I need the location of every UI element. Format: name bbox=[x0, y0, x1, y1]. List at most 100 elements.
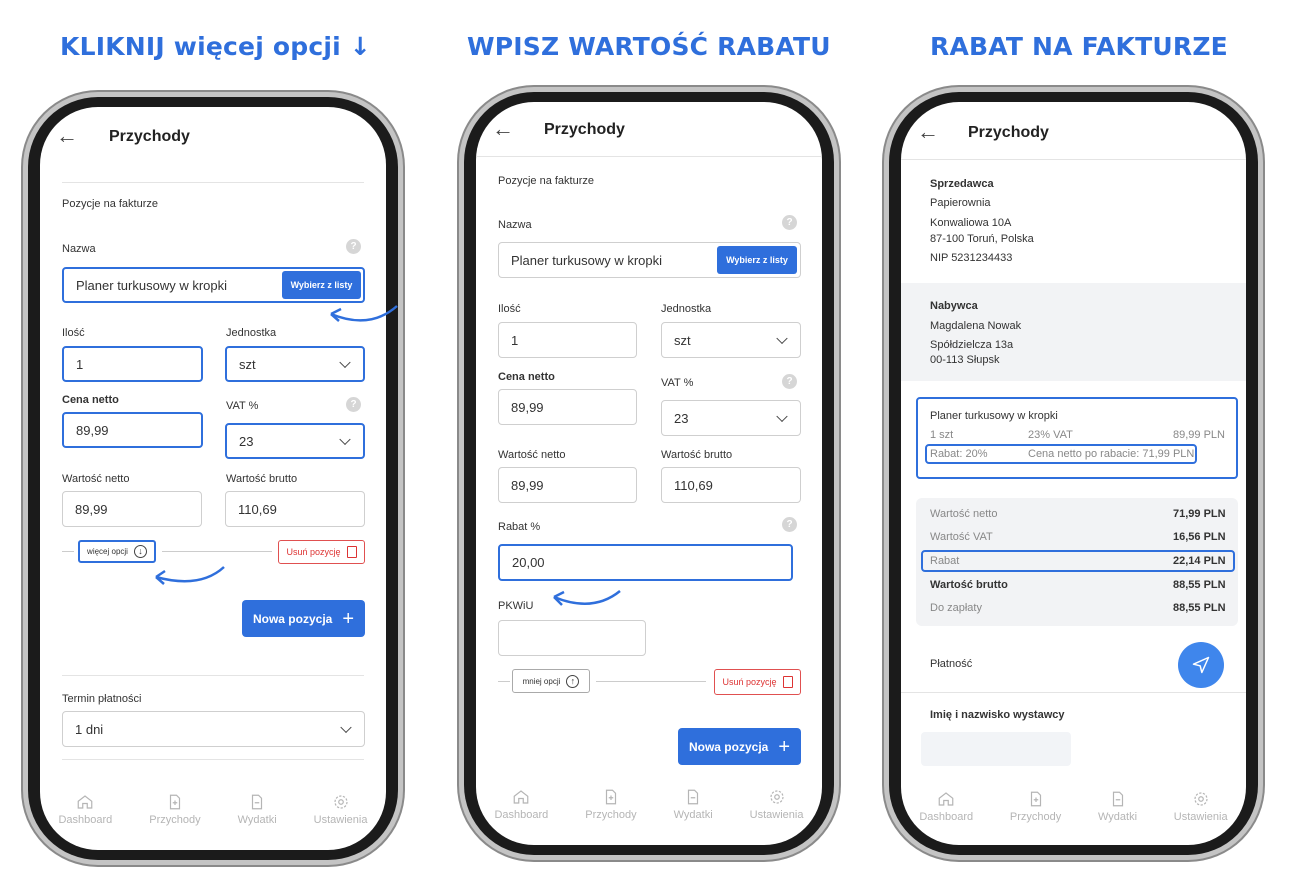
help-icon[interactable]: ? bbox=[346, 397, 361, 412]
issuer-name-field[interactable] bbox=[921, 732, 1071, 766]
seller-street: Konwaliowa 10A bbox=[930, 217, 1012, 229]
net-value-input[interactable]: 89,99 bbox=[498, 467, 637, 503]
home-icon bbox=[514, 790, 529, 804]
divider bbox=[476, 156, 822, 157]
gear-icon bbox=[333, 795, 348, 809]
divider bbox=[901, 692, 1246, 693]
net-price-value: 89,99 bbox=[511, 399, 544, 415]
gross-value-input[interactable]: 110,69 bbox=[225, 491, 365, 527]
unit-select[interactable]: szt bbox=[225, 346, 365, 382]
summary-value: 22,14 PLN bbox=[1173, 555, 1226, 567]
help-icon[interactable]: ? bbox=[782, 517, 797, 532]
bottom-tab-bar: Dashboard Przychody Wydatki Ustawienia bbox=[476, 788, 822, 821]
gross-value-value: 110,69 bbox=[674, 477, 713, 493]
new-item-button[interactable]: Nowa pozycja + bbox=[242, 600, 365, 637]
gross-value-label: Wartość brutto bbox=[661, 449, 733, 461]
back-arrow-icon[interactable]: ← bbox=[917, 119, 939, 145]
tab-wydatki[interactable]: Wydatki bbox=[674, 788, 713, 821]
divider bbox=[596, 681, 706, 682]
vat-label: VAT % bbox=[661, 377, 694, 389]
tab-dashboard[interactable]: Dashboard bbox=[919, 790, 973, 823]
vat-select[interactable]: 23 bbox=[225, 423, 365, 459]
back-arrow-icon[interactable]: ← bbox=[56, 123, 78, 149]
step-3-heading: RABAT NA FAKTURZE bbox=[930, 32, 1228, 61]
send-icon bbox=[1192, 656, 1210, 674]
page-title: Przychody bbox=[544, 121, 625, 138]
help-icon[interactable]: ? bbox=[782, 374, 797, 389]
net-price-input[interactable]: 89,99 bbox=[498, 389, 637, 425]
tab-przychody[interactable]: Przychody bbox=[585, 788, 637, 821]
discount-input[interactable]: 20,00 bbox=[498, 544, 793, 581]
vat-select[interactable]: 23 bbox=[661, 400, 801, 436]
pointer-arrow-icon bbox=[155, 566, 225, 585]
phone-frame-1: ← Przychody Pozycje na fakturze Nazwa ? … bbox=[28, 97, 398, 860]
seller-nip: NIP 5231234433 bbox=[930, 252, 1013, 264]
net-price-input[interactable]: 89,99 bbox=[62, 412, 203, 448]
tab-przychody[interactable]: Przychody bbox=[149, 793, 201, 826]
unit-select[interactable]: szt bbox=[661, 322, 801, 358]
quantity-label: Ilość bbox=[62, 327, 85, 339]
net-value-input[interactable]: 89,99 bbox=[62, 491, 202, 527]
pick-from-list-button[interactable]: Wybierz z listy bbox=[717, 246, 797, 274]
summary-value: 71,99 PLN bbox=[1173, 508, 1226, 520]
unit-value: szt bbox=[674, 332, 691, 348]
chevron-down-icon bbox=[340, 721, 352, 734]
quantity-input[interactable]: 1 bbox=[62, 346, 203, 382]
send-button[interactable] bbox=[1178, 642, 1224, 688]
chevron-down-icon bbox=[339, 356, 351, 369]
tab-ustawienia[interactable]: Ustawienia bbox=[750, 788, 803, 821]
pkwiu-input[interactable] bbox=[498, 620, 646, 656]
net-price-label: Cena netto bbox=[62, 394, 119, 406]
tab-przychody[interactable]: Przychody bbox=[1010, 790, 1061, 823]
tab-dashboard[interactable]: Dashboard bbox=[58, 793, 112, 826]
quantity-input[interactable]: 1 bbox=[498, 322, 637, 358]
tab-label: Przychody bbox=[1009, 811, 1062, 823]
remove-document-icon bbox=[346, 546, 357, 558]
remove-document-icon bbox=[782, 676, 793, 688]
back-arrow-icon[interactable]: ← bbox=[492, 116, 514, 142]
divider bbox=[901, 159, 1246, 160]
help-icon[interactable]: ? bbox=[782, 215, 797, 230]
tab-label: Wydatki bbox=[1098, 811, 1138, 823]
payment-term-select[interactable]: 1 dni bbox=[62, 711, 365, 747]
item-vat: 23% VAT bbox=[1028, 429, 1073, 441]
bottom-tab-bar: Dashboard Przychody Wydatki Ustawienia bbox=[901, 790, 1246, 823]
quantity-value: 1 bbox=[511, 332, 519, 348]
tab-dashboard[interactable]: Dashboard bbox=[494, 788, 548, 821]
discount-value: 20,00 bbox=[512, 555, 545, 570]
remove-item-button[interactable]: Usuń pozycję bbox=[714, 669, 801, 695]
tab-label: Przychody bbox=[149, 814, 201, 826]
divider bbox=[62, 551, 74, 552]
less-options-button[interactable]: mniej opcji ↑ bbox=[512, 669, 590, 693]
summary-value: 88,55 PLN bbox=[1173, 602, 1226, 614]
name-label: Nazwa bbox=[498, 219, 532, 231]
net-price-value: 89,99 bbox=[76, 422, 109, 438]
pick-from-list-button[interactable]: Wybierz z listy bbox=[282, 271, 361, 299]
gross-value-value: 110,69 bbox=[238, 501, 277, 517]
tab-ustawienia[interactable]: Ustawienia bbox=[1174, 790, 1228, 823]
new-item-label: Nowa pozycja bbox=[688, 739, 769, 754]
payment-label: Płatność bbox=[930, 658, 973, 670]
buyer-city: 00-113 Słupsk bbox=[930, 354, 1000, 366]
unit-label: Jednostka bbox=[226, 327, 277, 339]
new-item-button[interactable]: Nowa pozycja + bbox=[678, 728, 801, 765]
gross-value-input[interactable]: 110,69 bbox=[661, 467, 801, 503]
app-header: ← Przychody bbox=[476, 102, 822, 162]
tab-ustawienia[interactable]: Ustawienia bbox=[314, 793, 367, 826]
phone-volume-button bbox=[22, 293, 26, 345]
tab-label: Przychody bbox=[585, 809, 637, 821]
remove-item-button[interactable]: Usuń pozycję bbox=[278, 540, 365, 564]
payment-term-label: Termin płatności bbox=[62, 693, 142, 705]
chevron-down-icon bbox=[776, 410, 788, 423]
tab-wydatki[interactable]: Wydatki bbox=[1098, 790, 1137, 823]
help-icon[interactable]: ? bbox=[346, 239, 361, 254]
more-options-button[interactable]: więcej opcji ↓ bbox=[78, 540, 156, 563]
home-icon bbox=[78, 795, 93, 809]
tab-wydatki[interactable]: Wydatki bbox=[238, 793, 277, 826]
phone-volume-button bbox=[883, 287, 887, 339]
section-title: Pozycje na fakturze bbox=[498, 175, 594, 187]
section-title: Pozycje na fakturze bbox=[62, 198, 158, 210]
buyer-name: Magdalena Nowak bbox=[930, 320, 1022, 332]
divider bbox=[162, 551, 272, 552]
less-options-label: mniej opcji bbox=[522, 676, 561, 686]
